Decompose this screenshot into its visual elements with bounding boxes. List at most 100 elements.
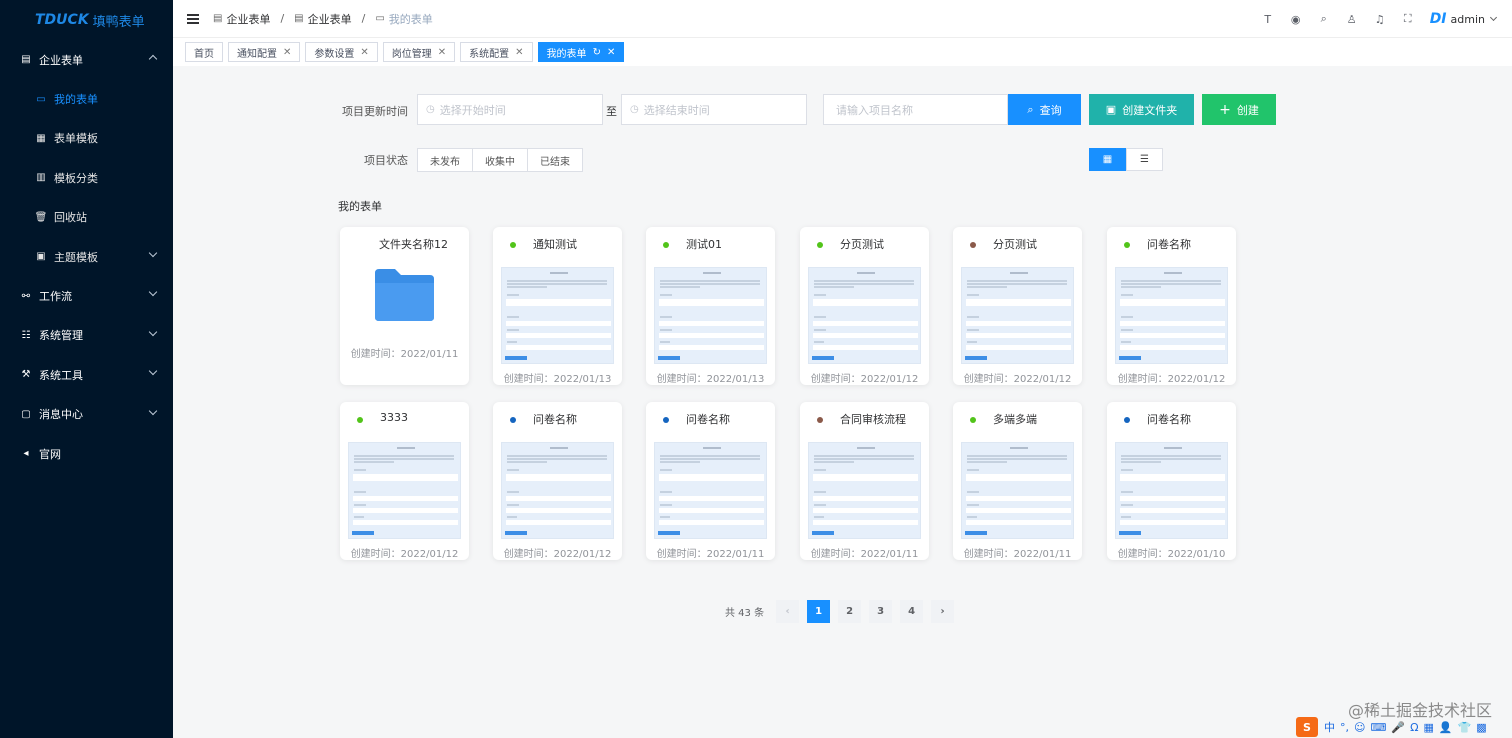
- sidebar-item[interactable]: ▦ 表单模板: [0, 119, 173, 158]
- preview-line: [353, 520, 458, 525]
- sidebar-item[interactable]: ☷ 系统管理: [0, 316, 173, 355]
- search-button[interactable]: ⌕ 查询: [1008, 94, 1081, 125]
- list-view-icon[interactable]: ☰: [1126, 148, 1163, 171]
- tab-tag[interactable]: 我的表单 ↻ ✕: [537, 42, 625, 62]
- sidebar-item[interactable]: ▥ 模板分类: [0, 158, 173, 197]
- text-size-icon[interactable]: T: [1254, 13, 1282, 26]
- close-icon[interactable]: ✕: [283, 47, 291, 58]
- form-card[interactable]: 分页测试 创建时间：2022/01/12: [800, 227, 929, 385]
- sidebar-item[interactable]: ▢ 消息中心: [0, 395, 173, 434]
- ime-tool-icon[interactable]: Ω: [1410, 721, 1418, 734]
- preview-line: [813, 321, 918, 326]
- username[interactable]: admin: [1451, 13, 1485, 26]
- sidebar-item[interactable]: ▤ 企业表单: [0, 40, 173, 79]
- sidebar-item[interactable]: 🗑 回收站: [0, 198, 173, 237]
- theme-shirt-icon[interactable]: ♙: [1338, 13, 1366, 26]
- preview-line: [354, 491, 366, 493]
- form-card[interactable]: 多端多端 创建时间：2022/01/11: [953, 402, 1082, 560]
- preview-line: [967, 283, 1067, 285]
- close-icon[interactable]: ✕: [515, 47, 523, 58]
- sidebar-item[interactable]: ▭ 我的表单: [0, 79, 173, 118]
- tab-tag[interactable]: 首页: [185, 42, 223, 62]
- tab-tag[interactable]: 参数设置 ✕: [305, 42, 378, 62]
- fullscreen-icon[interactable]: ⛶: [1394, 12, 1422, 26]
- breadcrumb-separator: /: [280, 12, 285, 25]
- chevron-down-icon[interactable]: [1489, 13, 1498, 22]
- page-number[interactable]: 1: [807, 600, 831, 623]
- ime-tool-icon[interactable]: ⌨: [1370, 721, 1386, 734]
- ime-tool-icon[interactable]: °,: [1340, 721, 1349, 734]
- create-folder-button[interactable]: ▣ 创建文件夹: [1089, 94, 1194, 125]
- tab-tag[interactable]: 系统配置 ✕: [460, 42, 533, 62]
- ime-tool-icon[interactable]: 中: [1324, 719, 1335, 735]
- page-number[interactable]: 4: [900, 600, 924, 623]
- form-card[interactable]: 合同审核流程 创建时间：2022/01/11: [800, 402, 929, 560]
- form-card[interactable]: 分页测试 创建时间：2022/01/12: [953, 227, 1082, 385]
- preview-line: [352, 531, 374, 535]
- breadcrumb-item[interactable]: ▤ 企业表单: [213, 11, 270, 27]
- form-card[interactable]: 问卷名称 创建时间：2022/01/12: [493, 402, 622, 560]
- preview-line: [813, 496, 918, 501]
- preview-line: [1010, 272, 1028, 274]
- tab-tag[interactable]: 通知配置 ✕: [228, 42, 301, 62]
- ime-tool-icon[interactable]: 🎤: [1391, 721, 1405, 734]
- ime-tool-icon[interactable]: ☺: [1354, 721, 1365, 734]
- refresh-icon[interactable]: ↻: [593, 47, 601, 58]
- preview-line: [812, 531, 834, 535]
- main-area: ▤ 企业表单 / ▤ 企业表单 / ▭ 我的表单 T ◉ ⌕ ♙ ♫ ⛶ DI adm…: [173, 0, 1512, 738]
- preview-line: [966, 321, 1071, 326]
- preview-line: [966, 299, 1071, 306]
- preview-line: [814, 491, 826, 493]
- form-card[interactable]: 问卷名称 创建时间：2022/01/10: [1107, 402, 1236, 560]
- close-icon[interactable]: ✕: [360, 47, 368, 58]
- sidebar-item-label: 系统工具: [39, 368, 83, 382]
- form-card[interactable]: 测试01 创建时间：2022/01/13: [646, 227, 775, 385]
- hamburger-icon[interactable]: [187, 13, 199, 24]
- close-icon[interactable]: ✕: [438, 47, 446, 58]
- form-preview-thumbnail: [1115, 442, 1228, 539]
- preview-line: [967, 455, 1067, 457]
- form-card[interactable]: 3333 创建时间：2022/01/12: [340, 402, 469, 560]
- preview-line: [814, 516, 824, 518]
- ime-tool-icon[interactable]: ▩: [1476, 721, 1486, 734]
- preview-line: [660, 516, 670, 518]
- grid-view-icon[interactable]: ▦: [1089, 148, 1126, 171]
- sidebar-item[interactable]: ◂ 官网: [0, 434, 173, 473]
- close-icon[interactable]: ✕: [607, 47, 615, 58]
- status-option[interactable]: 未发布: [417, 148, 473, 172]
- page-number[interactable]: 2: [838, 600, 862, 623]
- form-card[interactable]: 问卷名称 创建时间：2022/01/12: [1107, 227, 1236, 385]
- project-name-input[interactable]: 请输入项目名称: [823, 94, 1008, 125]
- page-number[interactable]: 3: [869, 600, 893, 623]
- form-card[interactable]: 问卷名称 创建时间：2022/01/11: [646, 402, 775, 560]
- preview-line: [814, 458, 914, 460]
- form-card[interactable]: 通知测试 创建时间：2022/01/13: [493, 227, 622, 385]
- status-option[interactable]: 已结束: [527, 148, 583, 172]
- folder-card[interactable]: 文件夹名称12 创建时间：2022/01/11: [340, 227, 469, 385]
- ime-tool-icon[interactable]: 👤: [1439, 721, 1453, 734]
- start-time-input[interactable]: ◷ 选择开始时间: [417, 94, 603, 125]
- view-toggle: ▦ ☰: [1089, 148, 1163, 171]
- form-preview-thumbnail: [808, 267, 921, 364]
- end-time-input[interactable]: ◷ 选择结束时间: [621, 94, 807, 125]
- sidebar-item[interactable]: ⚒ 系统工具: [0, 355, 173, 394]
- next-page-icon[interactable]: ›: [931, 600, 955, 623]
- ime-logo-icon[interactable]: S: [1296, 717, 1318, 737]
- sidebar-item[interactable]: ▣ 主题模板: [0, 237, 173, 276]
- app-logo[interactable]: TDUCK 填鸭表单: [0, 0, 173, 40]
- create-button[interactable]: + 创建: [1202, 94, 1276, 125]
- status-option[interactable]: 收集中: [472, 148, 528, 172]
- preview-line: [967, 469, 979, 471]
- ime-tool-icon[interactable]: 👕: [1458, 721, 1472, 734]
- avatar[interactable]: DI: [1430, 11, 1447, 27]
- tab-tag[interactable]: 岗位管理 ✕: [382, 42, 456, 62]
- ime-toolbar: S 中 °, ☺ ⌨ 🎤 Ω ▦ 👤 👕 ▩: [1296, 716, 1512, 738]
- search-icon[interactable]: ⌕: [1310, 12, 1338, 26]
- ime-tool-icon[interactable]: ▦: [1423, 721, 1433, 734]
- github-icon[interactable]: ◉: [1282, 13, 1310, 26]
- chevron-down-icon: [148, 366, 158, 376]
- breadcrumb-item[interactable]: ▤ 企业表单: [294, 11, 351, 27]
- sidebar-item[interactable]: ⚯ 工作流: [0, 276, 173, 315]
- bell-icon[interactable]: ♫: [1366, 13, 1394, 26]
- prev-page-icon[interactable]: ‹: [776, 600, 800, 623]
